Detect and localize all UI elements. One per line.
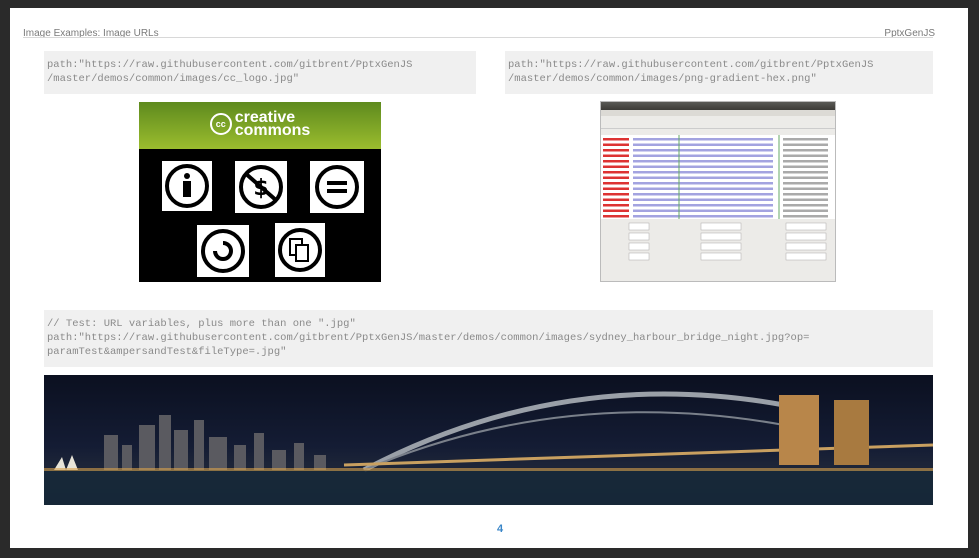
data-inspector	[628, 222, 827, 261]
hex-grid	[601, 135, 835, 219]
code-block-sydney: // Test: URL variables, plus more than o…	[44, 310, 933, 367]
cc-logo-image: cccreativecommons $	[139, 102, 381, 282]
hex-editor-image	[600, 101, 836, 282]
noderivatives-icon	[310, 161, 364, 213]
code-comment: // Test: URL variables, plus more than o…	[47, 318, 356, 330]
code-block-cc-logo: path:"https://raw.githubusercontent.com/…	[44, 51, 476, 94]
toolbar	[601, 116, 835, 129]
code-line: /master/demos/common/images/cc_logo.jpg"	[47, 73, 300, 85]
window-titlebar	[601, 102, 835, 110]
cc-logo-banner: cc creative commons	[139, 102, 381, 149]
sharealike-icon	[197, 225, 249, 277]
slide: Image Examples: Image URLs PptxGenJS pat…	[10, 8, 968, 548]
sydney-skyline	[44, 391, 933, 505]
header-divider	[23, 37, 933, 38]
code-line: path:"https://raw.githubusercontent.com/…	[47, 332, 810, 344]
remix-icon	[275, 223, 325, 277]
code-line: path:"https://raw.githubusercontent.com/…	[508, 59, 874, 71]
attribution-icon	[162, 161, 212, 211]
noncommercial-icon: $	[235, 161, 287, 213]
code-line: paramTest&ampersandTest&fileType=.jpg"	[47, 346, 287, 358]
code-block-hex-png: path:"https://raw.githubusercontent.com/…	[505, 51, 933, 94]
sydney-harbour-image	[44, 375, 933, 505]
page-number: 4	[496, 523, 504, 535]
code-line: path:"https://raw.githubusercontent.com/…	[47, 59, 413, 71]
code-line: /master/demos/common/images/png-gradient…	[508, 73, 817, 85]
